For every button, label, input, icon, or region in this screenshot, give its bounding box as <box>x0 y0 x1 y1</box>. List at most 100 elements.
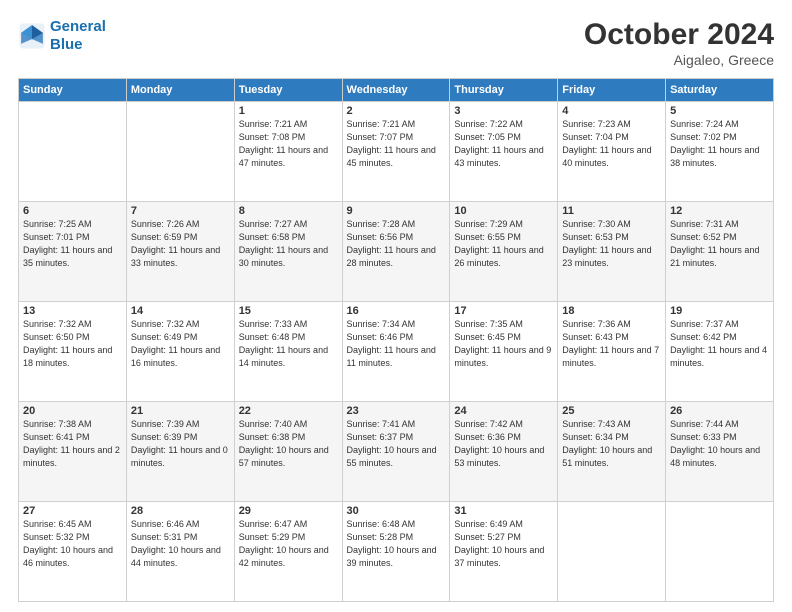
calendar-cell: 10Sunrise: 7:29 AMSunset: 6:55 PMDayligh… <box>450 202 558 302</box>
calendar-cell: 18Sunrise: 7:36 AMSunset: 6:43 PMDayligh… <box>558 302 666 402</box>
calendar-cell: 12Sunrise: 7:31 AMSunset: 6:52 PMDayligh… <box>666 202 774 302</box>
cell-content: Sunrise: 7:38 AMSunset: 6:41 PMDaylight:… <box>23 418 122 470</box>
calendar-week-4: 27Sunrise: 6:45 AMSunset: 5:32 PMDayligh… <box>19 502 774 602</box>
day-number: 11 <box>562 205 661 217</box>
calendar-header: Sunday Monday Tuesday Wednesday Thursday… <box>19 79 774 102</box>
cell-content: Sunrise: 7:34 AMSunset: 6:46 PMDaylight:… <box>347 318 446 370</box>
page: General Blue October 2024 Aigaleo, Greec… <box>0 0 792 612</box>
cell-content: Sunrise: 7:22 AMSunset: 7:05 PMDaylight:… <box>454 118 553 170</box>
calendar-cell: 13Sunrise: 7:32 AMSunset: 6:50 PMDayligh… <box>19 302 127 402</box>
calendar-cell: 7Sunrise: 7:26 AMSunset: 6:59 PMDaylight… <box>126 202 234 302</box>
cell-content: Sunrise: 6:45 AMSunset: 5:32 PMDaylight:… <box>23 518 122 570</box>
calendar-week-0: 1Sunrise: 7:21 AMSunset: 7:08 PMDaylight… <box>19 102 774 202</box>
logo: General Blue <box>18 18 106 54</box>
calendar-cell <box>558 502 666 602</box>
day-number: 27 <box>23 505 122 517</box>
calendar-cell: 30Sunrise: 6:48 AMSunset: 5:28 PMDayligh… <box>342 502 450 602</box>
day-number: 25 <box>562 405 661 417</box>
day-number: 9 <box>347 205 446 217</box>
day-number: 17 <box>454 305 553 317</box>
day-number: 3 <box>454 105 553 117</box>
day-number: 29 <box>239 505 338 517</box>
cell-content: Sunrise: 7:25 AMSunset: 7:01 PMDaylight:… <box>23 218 122 270</box>
cell-content: Sunrise: 7:31 AMSunset: 6:52 PMDaylight:… <box>670 218 769 270</box>
day-number: 2 <box>347 105 446 117</box>
calendar-cell: 14Sunrise: 7:32 AMSunset: 6:49 PMDayligh… <box>126 302 234 402</box>
calendar-cell <box>19 102 127 202</box>
cell-content: Sunrise: 7:44 AMSunset: 6:33 PMDaylight:… <box>670 418 769 470</box>
logo-line2: Blue <box>50 36 83 53</box>
cell-content: Sunrise: 6:49 AMSunset: 5:27 PMDaylight:… <box>454 518 553 570</box>
logo-icon <box>18 22 46 50</box>
calendar-week-1: 6Sunrise: 7:25 AMSunset: 7:01 PMDaylight… <box>19 202 774 302</box>
location-subtitle: Aigaleo, Greece <box>584 52 774 68</box>
calendar-cell: 15Sunrise: 7:33 AMSunset: 6:48 PMDayligh… <box>234 302 342 402</box>
day-number: 18 <box>562 305 661 317</box>
day-number: 30 <box>347 505 446 517</box>
calendar-cell <box>126 102 234 202</box>
day-number: 22 <box>239 405 338 417</box>
calendar-body: 1Sunrise: 7:21 AMSunset: 7:08 PMDaylight… <box>19 102 774 602</box>
cell-content: Sunrise: 7:35 AMSunset: 6:45 PMDaylight:… <box>454 318 553 370</box>
calendar-week-2: 13Sunrise: 7:32 AMSunset: 6:50 PMDayligh… <box>19 302 774 402</box>
day-number: 28 <box>131 505 230 517</box>
cell-content: Sunrise: 7:32 AMSunset: 6:49 PMDaylight:… <box>131 318 230 370</box>
calendar-cell: 31Sunrise: 6:49 AMSunset: 5:27 PMDayligh… <box>450 502 558 602</box>
day-number: 13 <box>23 305 122 317</box>
calendar-cell: 8Sunrise: 7:27 AMSunset: 6:58 PMDaylight… <box>234 202 342 302</box>
day-number: 20 <box>23 405 122 417</box>
col-tuesday: Tuesday <box>234 79 342 102</box>
calendar-cell: 2Sunrise: 7:21 AMSunset: 7:07 PMDaylight… <box>342 102 450 202</box>
calendar-cell: 17Sunrise: 7:35 AMSunset: 6:45 PMDayligh… <box>450 302 558 402</box>
col-friday: Friday <box>558 79 666 102</box>
cell-content: Sunrise: 6:46 AMSunset: 5:31 PMDaylight:… <box>131 518 230 570</box>
cell-content: Sunrise: 7:36 AMSunset: 6:43 PMDaylight:… <box>562 318 661 370</box>
calendar-cell: 20Sunrise: 7:38 AMSunset: 6:41 PMDayligh… <box>19 402 127 502</box>
calendar-week-3: 20Sunrise: 7:38 AMSunset: 6:41 PMDayligh… <box>19 402 774 502</box>
col-wednesday: Wednesday <box>342 79 450 102</box>
cell-content: Sunrise: 7:37 AMSunset: 6:42 PMDaylight:… <box>670 318 769 370</box>
calendar-cell: 25Sunrise: 7:43 AMSunset: 6:34 PMDayligh… <box>558 402 666 502</box>
logo-line1: General <box>50 18 106 35</box>
calendar-cell <box>666 502 774 602</box>
calendar-cell: 23Sunrise: 7:41 AMSunset: 6:37 PMDayligh… <box>342 402 450 502</box>
cell-content: Sunrise: 7:23 AMSunset: 7:04 PMDaylight:… <box>562 118 661 170</box>
cell-content: Sunrise: 7:29 AMSunset: 6:55 PMDaylight:… <box>454 218 553 270</box>
day-number: 31 <box>454 505 553 517</box>
col-thursday: Thursday <box>450 79 558 102</box>
day-number: 19 <box>670 305 769 317</box>
calendar-cell: 19Sunrise: 7:37 AMSunset: 6:42 PMDayligh… <box>666 302 774 402</box>
day-number: 26 <box>670 405 769 417</box>
cell-content: Sunrise: 7:42 AMSunset: 6:36 PMDaylight:… <box>454 418 553 470</box>
calendar-cell: 26Sunrise: 7:44 AMSunset: 6:33 PMDayligh… <box>666 402 774 502</box>
day-number: 1 <box>239 105 338 117</box>
cell-content: Sunrise: 7:40 AMSunset: 6:38 PMDaylight:… <box>239 418 338 470</box>
cell-content: Sunrise: 7:39 AMSunset: 6:39 PMDaylight:… <box>131 418 230 470</box>
calendar-cell: 1Sunrise: 7:21 AMSunset: 7:08 PMDaylight… <box>234 102 342 202</box>
cell-content: Sunrise: 7:32 AMSunset: 6:50 PMDaylight:… <box>23 318 122 370</box>
calendar-cell: 3Sunrise: 7:22 AMSunset: 7:05 PMDaylight… <box>450 102 558 202</box>
calendar-cell: 27Sunrise: 6:45 AMSunset: 5:32 PMDayligh… <box>19 502 127 602</box>
calendar-cell: 21Sunrise: 7:39 AMSunset: 6:39 PMDayligh… <box>126 402 234 502</box>
cell-content: Sunrise: 7:41 AMSunset: 6:37 PMDaylight:… <box>347 418 446 470</box>
col-monday: Monday <box>126 79 234 102</box>
day-number: 10 <box>454 205 553 217</box>
day-number: 14 <box>131 305 230 317</box>
calendar-cell: 22Sunrise: 7:40 AMSunset: 6:38 PMDayligh… <box>234 402 342 502</box>
cell-content: Sunrise: 6:47 AMSunset: 5:29 PMDaylight:… <box>239 518 338 570</box>
cell-content: Sunrise: 7:27 AMSunset: 6:58 PMDaylight:… <box>239 218 338 270</box>
day-number: 21 <box>131 405 230 417</box>
col-sunday: Sunday <box>19 79 127 102</box>
cell-content: Sunrise: 7:21 AMSunset: 7:07 PMDaylight:… <box>347 118 446 170</box>
day-number: 4 <box>562 105 661 117</box>
header-row: Sunday Monday Tuesday Wednesday Thursday… <box>19 79 774 102</box>
calendar-cell: 16Sunrise: 7:34 AMSunset: 6:46 PMDayligh… <box>342 302 450 402</box>
cell-content: Sunrise: 7:33 AMSunset: 6:48 PMDaylight:… <box>239 318 338 370</box>
calendar-cell: 11Sunrise: 7:30 AMSunset: 6:53 PMDayligh… <box>558 202 666 302</box>
cell-content: Sunrise: 7:43 AMSunset: 6:34 PMDaylight:… <box>562 418 661 470</box>
day-number: 6 <box>23 205 122 217</box>
calendar-cell: 24Sunrise: 7:42 AMSunset: 6:36 PMDayligh… <box>450 402 558 502</box>
calendar-table: Sunday Monday Tuesday Wednesday Thursday… <box>18 78 774 602</box>
day-number: 24 <box>454 405 553 417</box>
cell-content: Sunrise: 7:30 AMSunset: 6:53 PMDaylight:… <box>562 218 661 270</box>
